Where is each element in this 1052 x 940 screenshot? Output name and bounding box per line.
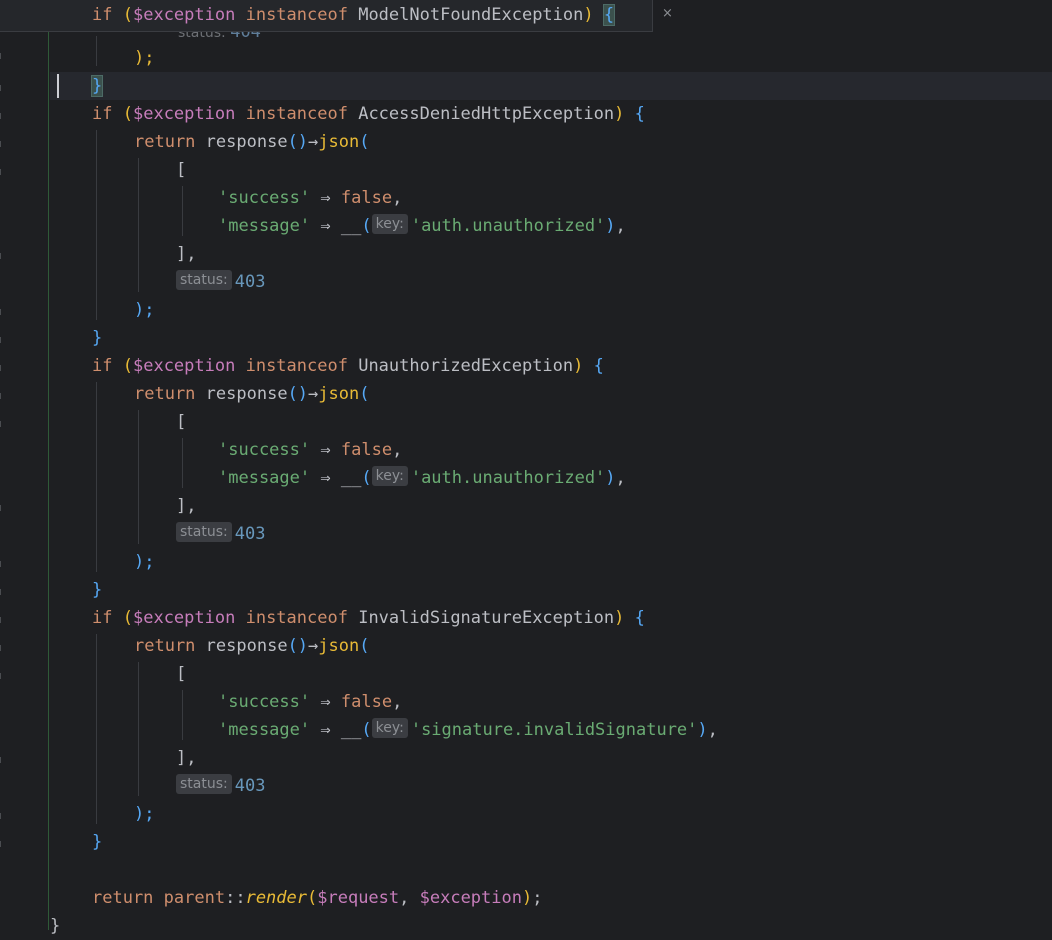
fold-marker[interactable]	[0, 645, 5, 651]
fold-marker[interactable]	[0, 561, 5, 567]
parameter-hint: status:	[176, 522, 232, 542]
fold-marker[interactable]	[0, 393, 5, 399]
code-line[interactable]: ],	[50, 744, 1052, 772]
code-line[interactable]: return parent::render($request, $excepti…	[50, 884, 1052, 912]
text-caret	[57, 74, 59, 98]
code-line[interactable]: return response()→json(	[50, 380, 1052, 408]
fold-marker[interactable]	[0, 841, 5, 847]
fold-marker[interactable]	[0, 421, 5, 427]
fold-marker[interactable]	[0, 309, 5, 315]
fold-marker[interactable]	[0, 617, 5, 623]
code-line[interactable]: );	[50, 548, 1052, 576]
code-line[interactable]: 'message' ⇒ __(key:'auth.unauthorized'),	[50, 212, 1052, 240]
status-code: 403	[234, 524, 266, 544]
fold-marker[interactable]	[0, 113, 5, 119]
translation-key: 'signature.invalidSignature'	[410, 720, 698, 740]
code-line[interactable]: if ($exception instanceof UnauthorizedEx…	[50, 352, 1052, 380]
fold-marker[interactable]	[0, 589, 5, 595]
code-line[interactable]: [	[50, 156, 1052, 184]
code-line[interactable]: 'message' ⇒ __(key:'auth.unauthorized'),	[50, 464, 1052, 492]
code-line[interactable]: 'success' ⇒ false,	[50, 436, 1052, 464]
fold-marker[interactable]	[0, 169, 5, 175]
code-line[interactable]: ],	[50, 240, 1052, 268]
code-line[interactable]: if ($exception instanceof AccessDeniedHt…	[50, 100, 1052, 128]
status-code: 403	[234, 776, 266, 796]
fold-marker[interactable]	[0, 505, 5, 511]
editor-gutter[interactable]	[0, 0, 48, 930]
code-line[interactable]: status: 403	[50, 268, 1052, 296]
code-line[interactable]: [	[50, 660, 1052, 688]
code-editor[interactable]: status: 404 ); } if ($exception instance…	[0, 0, 1052, 936]
fold-marker[interactable]	[0, 813, 5, 819]
code-line[interactable]: if ($exception instanceof InvalidSignatu…	[50, 604, 1052, 632]
fold-marker[interactable]	[0, 253, 5, 259]
fold-marker[interactable]	[0, 757, 5, 763]
code-line-current[interactable]: }	[50, 72, 1052, 100]
code-line[interactable]: );	[50, 296, 1052, 324]
exception-class: AccessDeniedHttpException	[358, 104, 615, 124]
code-line[interactable]: return response()→json(	[50, 632, 1052, 660]
matched-brace: {	[602, 4, 616, 26]
matched-brace: }	[90, 75, 104, 97]
sticky-scroll-header[interactable]: if ($exception instanceof ModelNotFoundE…	[0, 0, 653, 32]
exception-class: ModelNotFoundException	[358, 5, 584, 25]
code-line[interactable]: }	[50, 912, 1052, 940]
translation-key: 'auth.unauthorized'	[410, 468, 606, 488]
code-line[interactable]: [	[50, 408, 1052, 436]
code-line[interactable]: );	[50, 800, 1052, 828]
close-icon[interactable]: ×	[662, 6, 673, 21]
parameter-hint: key:	[371, 466, 408, 486]
code-line[interactable]: 'success' ⇒ false,	[50, 184, 1052, 212]
status-code: 403	[234, 272, 266, 292]
fold-marker[interactable]	[0, 365, 5, 371]
code-line[interactable]: }	[50, 576, 1052, 604]
vcs-change-bar	[48, 0, 49, 930]
code-line[interactable]: );	[50, 44, 1052, 72]
code-line[interactable]: }	[50, 324, 1052, 352]
translation-key: 'auth.unauthorized'	[410, 216, 606, 236]
parameter-hint: status:	[176, 774, 232, 794]
code-line[interactable]: 'success' ⇒ false,	[50, 688, 1052, 716]
exception-class: InvalidSignatureException	[358, 608, 615, 628]
code-line[interactable]: status: 403	[50, 520, 1052, 548]
fold-marker[interactable]	[0, 141, 5, 147]
fold-marker[interactable]	[0, 337, 5, 343]
parameter-hint: status:	[176, 270, 232, 290]
parameter-hint: key:	[371, 214, 408, 234]
fold-marker[interactable]	[0, 673, 5, 679]
code-line[interactable]: 'message' ⇒ __(key:'signature.invalidSig…	[50, 716, 1052, 744]
parameter-hint: key:	[371, 718, 408, 738]
exception-class: UnauthorizedException	[358, 356, 574, 376]
code-line[interactable]: return response()→json(	[50, 128, 1052, 156]
code-line[interactable]: ],	[50, 492, 1052, 520]
code-line[interactable]: }	[50, 828, 1052, 856]
code-line[interactable]: status: 403	[50, 772, 1052, 800]
